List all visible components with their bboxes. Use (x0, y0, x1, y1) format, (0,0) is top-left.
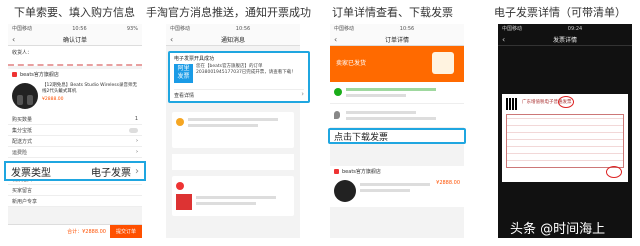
store-row[interactable]: beats官方旗舰店 (330, 166, 464, 177)
row-message[interactable]: 买家留言 (8, 185, 142, 196)
notice-icon (176, 182, 184, 190)
package-icon (432, 52, 454, 74)
headphone-image (12, 83, 38, 109)
store-icon (334, 169, 339, 174)
status-bar: 中国移动 09:24 (498, 24, 632, 33)
page-title: 通知消息 (220, 36, 245, 44)
address-row[interactable] (330, 104, 464, 128)
order-status-text: 卖家已发货 (336, 60, 367, 67)
download-invoice-label: 点击下载发票 (334, 132, 389, 143)
carrier: 中国移动 (334, 26, 355, 32)
caption-4: 电子发票详情（可带清单） (494, 6, 626, 19)
watermark: 头条 @时间海上 (510, 222, 606, 237)
nav-bar: ‹ 发票详情 (498, 33, 632, 46)
panel-confirm-order: 中国移动 10:56 93% ‹ 确认订单 收货人： beats官方旗舰店 【1… (8, 24, 142, 238)
logistics-row[interactable] (330, 82, 464, 104)
store-name: beats官方旗舰店 (342, 169, 381, 175)
invoice-type-highlight[interactable]: 发票类型 电子发票 › (4, 161, 146, 181)
clock: 10:56 (235, 25, 251, 32)
footer-total: 合计：¥2888.00 (67, 229, 106, 235)
row-label: 新用户专享 (12, 198, 38, 205)
row-label: 买家留言 (12, 187, 33, 194)
product-price: ¥2888.00 (42, 97, 64, 102)
store-row[interactable]: beats官方旗舰店 (8, 69, 142, 80)
invoice-document: 广东增值税电子普通发票 (502, 94, 628, 182)
location-icon (334, 111, 340, 119)
qty-value: 1 (134, 116, 138, 122)
clock: 09:24 (567, 25, 583, 32)
product-title: 【12期免息】Beats Studio Wireless录音师无线2代头戴式耳机 (42, 83, 137, 94)
chevron-right-icon: › (135, 165, 139, 177)
clock: 10:56 (399, 25, 415, 32)
clock: 10:56 (72, 25, 87, 32)
carrier: 中国移动 (12, 26, 33, 32)
row-quantity[interactable]: 购买数量 1 (8, 114, 142, 125)
carrier: 中国移动 (502, 26, 523, 32)
chevron-right-icon: › (136, 138, 138, 144)
page-title: 订单详情 (384, 36, 409, 44)
qr-code (506, 98, 518, 110)
page-title: 发票详情 (552, 36, 577, 44)
notification-title: 电子发票开具成功 (174, 56, 215, 62)
product-card[interactable]: 【12期免息】Beats Studio Wireless录音师无线2代头戴式耳机… (8, 80, 142, 114)
row-label: 购买数量 (12, 116, 33, 123)
download-invoice-highlight[interactable]: 点击下载发票 (328, 128, 466, 144)
invoice-type-value: 电子发票 (91, 167, 131, 179)
headphone-image (334, 180, 356, 202)
message-card-3[interactable] (172, 176, 294, 216)
message-card-2[interactable] (172, 112, 294, 148)
footer-bar: 合计：¥2888.00 提交订单 (8, 224, 142, 238)
back-icon[interactable]: ‹ (12, 35, 15, 44)
receiver-label: 收货人： (12, 50, 33, 56)
store-icon (12, 72, 17, 77)
row-label: 运费险 (12, 149, 28, 156)
logo-text: 阿里 (177, 65, 190, 72)
notification-text: 您在【beats官方旗舰店】的订单2038001945177037已完成开票，请… (196, 64, 296, 75)
store-name: beats官方旗舰店 (20, 72, 59, 78)
back-icon[interactable]: ‹ (334, 35, 337, 44)
status-bar: 中国移动 10:56 (330, 24, 464, 33)
official-seal (558, 96, 574, 108)
battery: 93% (126, 25, 138, 32)
row-new-user[interactable]: 新用户专享 (8, 196, 142, 207)
view-detail-link[interactable]: 查看详情 (174, 92, 194, 99)
product-price: ¥2888.00 (436, 180, 460, 186)
order-status-hero: 卖家已发货 (330, 46, 464, 82)
back-icon[interactable]: ‹ (170, 35, 173, 44)
status-bar: 中国移动 10:56 93% (8, 24, 142, 33)
carrier: 中国移动 (170, 26, 191, 32)
caption-1: 下单索要、填入购方信息 (14, 6, 135, 19)
submit-order-button[interactable]: 提交订单 (109, 224, 142, 238)
back-icon[interactable]: ‹ (502, 35, 505, 44)
nav-bar: ‹ 订单详情 (330, 33, 464, 46)
product-card[interactable]: ¥2888.00 (330, 177, 464, 207)
row-label: 集分宝抵 (12, 127, 33, 134)
invoice-type-label: 发票类型 (11, 167, 51, 179)
nav-bar: ‹ 确认订单 (8, 33, 142, 46)
truck-icon (334, 88, 342, 96)
notice-icon (176, 118, 184, 126)
status-bar: 中国移动 10:56 (166, 24, 300, 33)
message-row[interactable] (172, 154, 294, 170)
notification-highlight[interactable]: 电子发票开具成功 阿里 发票 您在【beats官方旗舰店】的订单20380019… (168, 51, 310, 103)
row-insurance[interactable]: 运费险 › (8, 147, 142, 158)
row-points[interactable]: 集分宝抵 (8, 125, 142, 136)
ali-invoice-logo: 阿里 发票 (174, 64, 193, 83)
panel-invoice-detail: 中国移动 09:24 ‹ 发票详情 广东增值税电子普通发票 (498, 24, 632, 238)
address-block[interactable]: 收货人： (8, 46, 142, 66)
row-label: 配送方式 (12, 138, 33, 145)
caption-3: 订单详情查看、下载发票 (332, 6, 453, 19)
row-shipping[interactable]: 配送方式 › (8, 136, 142, 147)
chevron-right-icon: › (301, 90, 304, 98)
product-thumb (176, 194, 192, 210)
chevron-right-icon: › (136, 149, 138, 155)
toggle-icon[interactable] (129, 127, 138, 133)
caption-2: 手淘官方消息推送，通知开票成功 (146, 6, 311, 19)
logo-text: 发票 (177, 73, 190, 80)
company-seal (606, 166, 622, 178)
page-title: 确认订单 (62, 36, 87, 44)
nav-bar: ‹ 通知消息 (166, 33, 300, 46)
